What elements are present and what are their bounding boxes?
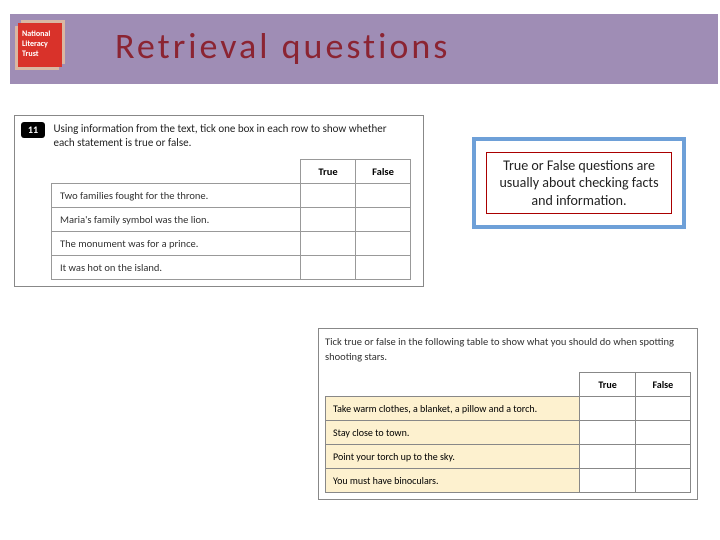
true-checkbox[interactable] bbox=[301, 207, 356, 231]
callout-text: True or False questions are usually abou… bbox=[486, 152, 672, 215]
col-false-header: False bbox=[356, 159, 411, 183]
false-checkbox[interactable] bbox=[356, 207, 411, 231]
col-true-header: True bbox=[301, 159, 356, 183]
statement-cell: The monument was for a prince. bbox=[52, 231, 301, 255]
question1-instruction: Using information from the text, tick on… bbox=[54, 122, 394, 151]
true-checkbox[interactable] bbox=[301, 183, 356, 207]
false-checkbox[interactable] bbox=[635, 469, 690, 493]
statement-cell: Two families fought for the throne. bbox=[52, 183, 301, 207]
nlt-logo: National Literacy Trust bbox=[18, 23, 62, 67]
true-false-table-1: True False Two families fought for the t… bbox=[51, 159, 411, 280]
statement-cell: Maria's family symbol was the lion. bbox=[52, 207, 301, 231]
question2-instruction: Tick true or false in the following tabl… bbox=[325, 335, 691, 364]
info-callout: True or False questions are usually abou… bbox=[472, 137, 686, 229]
true-checkbox[interactable] bbox=[580, 469, 635, 493]
statement-cell: It was hot on the island. bbox=[52, 255, 301, 279]
false-checkbox[interactable] bbox=[356, 255, 411, 279]
col-false-header: False bbox=[635, 373, 690, 397]
table-row: It was hot on the island. bbox=[52, 255, 411, 279]
true-false-table-2: True False Take warm clothes, a blanket,… bbox=[325, 372, 691, 493]
false-checkbox[interactable] bbox=[356, 183, 411, 207]
question-number-badge: 11 bbox=[21, 122, 45, 138]
false-checkbox[interactable] bbox=[635, 397, 690, 421]
table-row: Point your torch up to the sky. bbox=[326, 445, 691, 469]
table-row: Maria's family symbol was the lion. bbox=[52, 207, 411, 231]
table-row: You must have binoculars. bbox=[326, 469, 691, 493]
page-title: Retrieval questions bbox=[115, 24, 450, 68]
true-checkbox[interactable] bbox=[580, 421, 635, 445]
true-checkbox[interactable] bbox=[580, 445, 635, 469]
table-row: Two families fought for the throne. bbox=[52, 183, 411, 207]
question-card-1: 11 Using information from the text, tick… bbox=[14, 115, 424, 287]
table-row: The monument was for a prince. bbox=[52, 231, 411, 255]
statement-cell: You must have binoculars. bbox=[326, 469, 580, 493]
col-true-header: True bbox=[580, 373, 635, 397]
question-card-2: Tick true or false in the following tabl… bbox=[318, 328, 698, 500]
table-row: Stay close to town. bbox=[326, 421, 691, 445]
statement-cell: Point your torch up to the sky. bbox=[326, 445, 580, 469]
table-row: Take warm clothes, a blanket, a pillow a… bbox=[326, 397, 691, 421]
false-checkbox[interactable] bbox=[635, 445, 690, 469]
false-checkbox[interactable] bbox=[635, 421, 690, 445]
statement-cell: Take warm clothes, a blanket, a pillow a… bbox=[326, 397, 580, 421]
statement-cell: Stay close to town. bbox=[326, 421, 580, 445]
true-checkbox[interactable] bbox=[580, 397, 635, 421]
true-checkbox[interactable] bbox=[301, 231, 356, 255]
true-checkbox[interactable] bbox=[301, 255, 356, 279]
false-checkbox[interactable] bbox=[356, 231, 411, 255]
